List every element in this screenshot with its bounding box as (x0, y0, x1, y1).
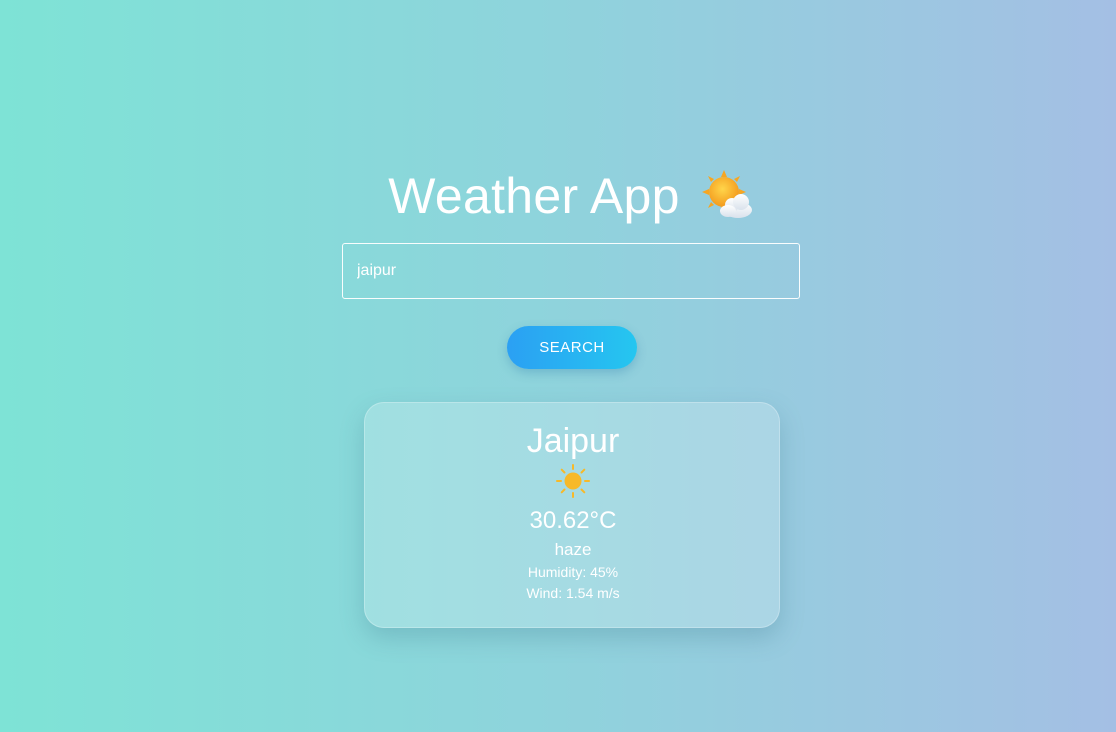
sun-behind-cloud-icon (701, 170, 752, 218)
wind-speed: Wind: 1.54 m/s (526, 585, 620, 601)
temperature: 30.62°C (529, 507, 617, 534)
weather-description: haze (554, 540, 592, 559)
page-title: Weather App (388, 168, 680, 224)
sun-icon (556, 464, 590, 498)
city-name: Jaipur (526, 422, 620, 460)
header: Weather App (0, 164, 1116, 228)
search-input[interactable] (342, 243, 800, 299)
humidity: Humidity: 45% (527, 564, 619, 580)
weather-app: Weather App jaipur SEARCH Jaipur 30.62°C… (0, 0, 1116, 732)
weather-card: Jaipur 30.62°C haze Humidity: 45% Wind: … (364, 402, 780, 628)
search-button[interactable]: SEARCH (507, 326, 637, 369)
